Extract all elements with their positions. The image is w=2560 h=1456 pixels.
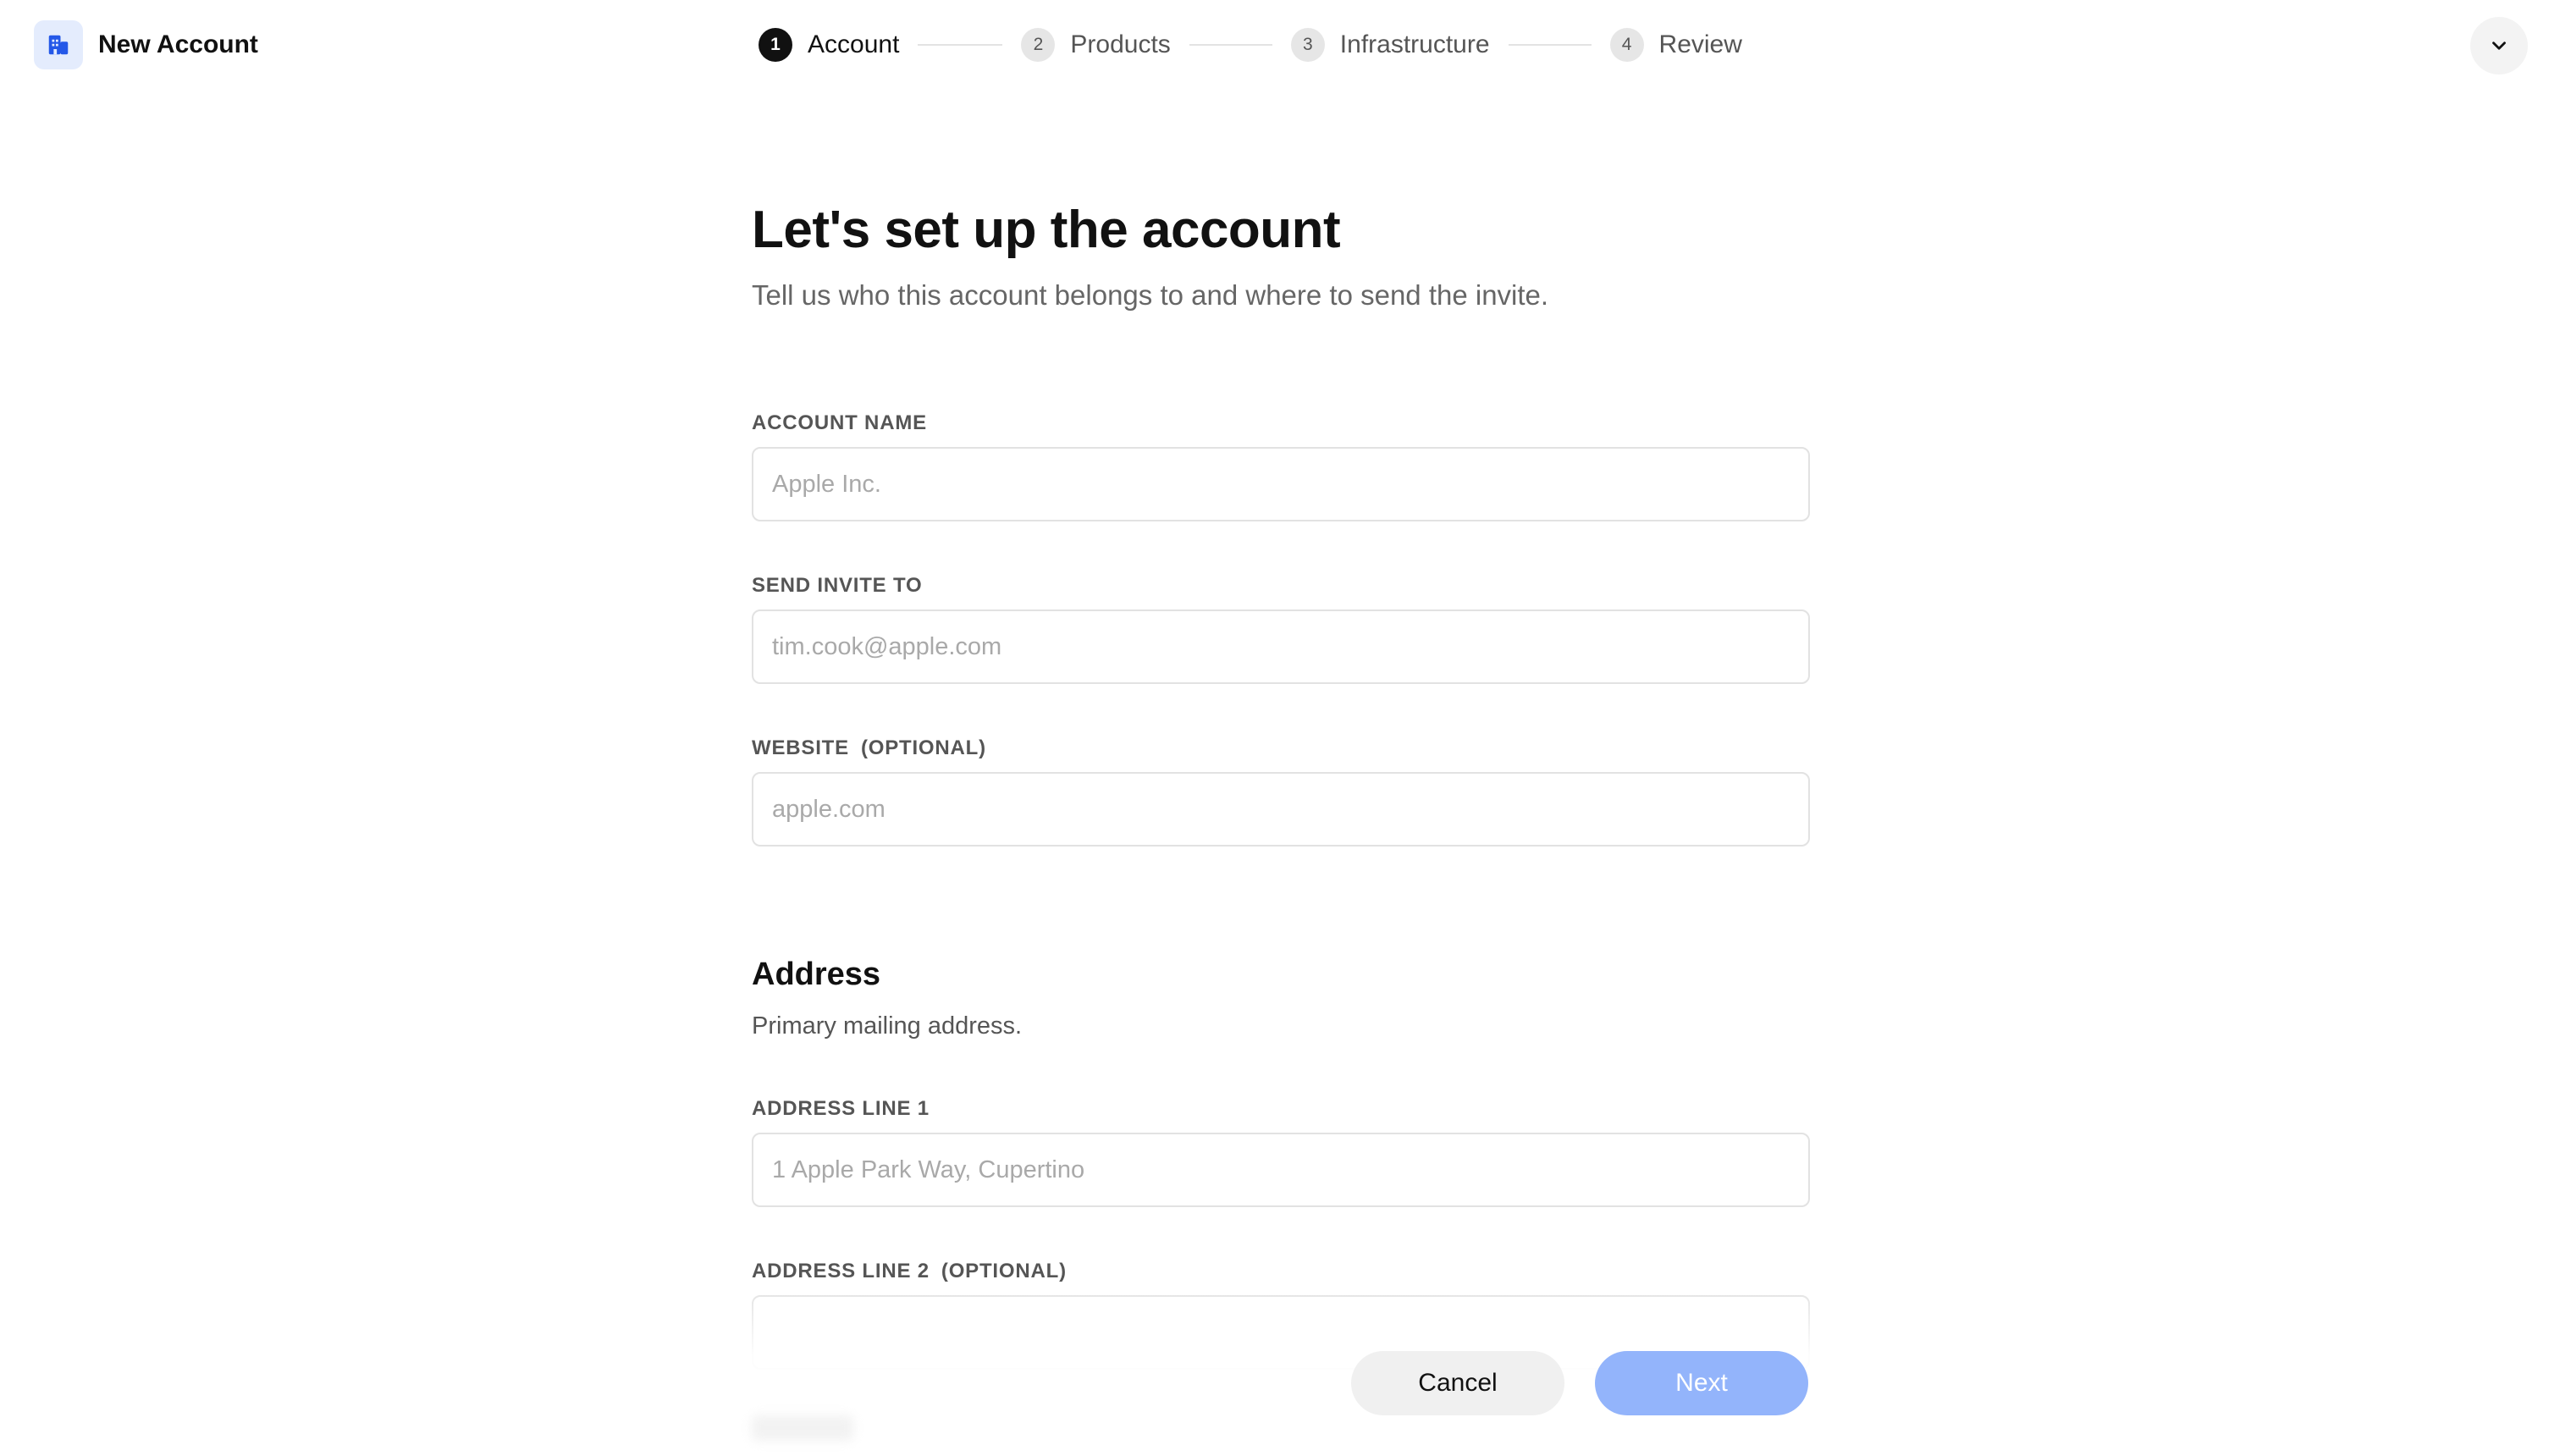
step-account[interactable]: 1 Account (759, 28, 899, 62)
brand: New Account (34, 20, 258, 69)
step-number: 1 (759, 28, 792, 62)
step-review[interactable]: 4 Review (1609, 28, 1742, 62)
send-invite-label: SEND INVITE TO (752, 574, 922, 598)
website-input[interactable] (752, 772, 1810, 847)
step-products[interactable]: 2 Products (1021, 28, 1171, 62)
address-line1-label: ADDRESS LINE 1 (752, 1097, 930, 1120)
address-section-subtitle: Primary mailing address. (752, 1012, 1023, 1040)
address-line2-label-text: ADDRESS LINE 2 (752, 1260, 930, 1282)
top-bar: New Account 1 Account 2 Products 3 Infra… (0, 0, 2560, 90)
faded-field-label (752, 1415, 853, 1441)
step-connector (918, 44, 1003, 46)
page-header-title: New Account (98, 30, 258, 58)
website-label: WEBSITE (OPTIONAL) (752, 736, 986, 760)
account-name-label: ACCOUNT NAME (752, 411, 927, 434)
account-name-input[interactable] (752, 447, 1810, 521)
send-invite-label-text: SEND INVITE TO (752, 574, 923, 597)
step-label: Review (1658, 30, 1742, 58)
step-connector (1508, 44, 1592, 46)
bottom-fade (0, 1287, 2560, 1456)
website-label-text: WEBSITE (752, 736, 849, 759)
send-invite-input[interactable] (752, 609, 1810, 684)
optional-tag: (OPTIONAL) (860, 736, 986, 759)
next-button[interactable]: Next (1595, 1351, 1808, 1415)
chevron-down-icon (2492, 41, 2506, 50)
building-icon (34, 20, 83, 69)
step-label: Infrastructure (1339, 30, 1490, 58)
address-line2-label: ADDRESS LINE 2 (OPTIONAL) (752, 1260, 1067, 1283)
address-section-title: Address (752, 957, 881, 992)
optional-tag: (OPTIONAL) (941, 1260, 1067, 1282)
step-infrastructure[interactable]: 3 Infrastructure (1290, 28, 1490, 62)
step-number: 4 (1609, 28, 1644, 62)
step-number: 2 (1021, 28, 1056, 62)
step-connector (1189, 44, 1272, 46)
address-line1-input[interactable] (752, 1133, 1810, 1207)
collapse-button[interactable] (2470, 17, 2528, 74)
cancel-button[interactable]: Cancel (1351, 1351, 1564, 1415)
step-label: Products (1070, 30, 1171, 58)
page-subtitle: Tell us who this account belongs to and … (752, 279, 1549, 311)
step-number: 3 (1290, 28, 1325, 62)
page-title: Let's set up the account (752, 201, 1341, 259)
step-label: Account (808, 30, 900, 58)
stepper: 1 Account 2 Products 3 Infrastructure 4 … (759, 27, 1742, 63)
